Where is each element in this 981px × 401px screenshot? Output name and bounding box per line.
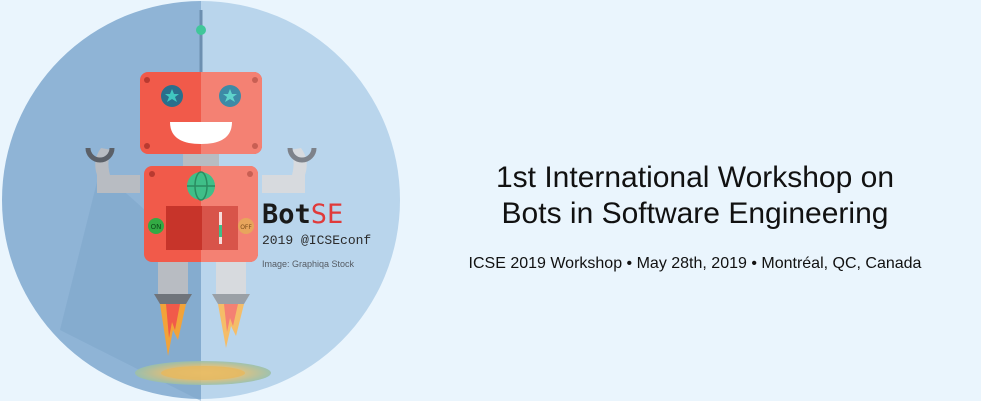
launch-pad <box>135 361 271 385</box>
brand-name-se: SE <box>310 199 344 230</box>
brand-block: BotSE 2019 @ICSEconf Image: Graphiqa Sto… <box>262 200 412 270</box>
event-title: 1st International Workshop on Bots in So… <box>425 160 965 232</box>
event-title-line2: Bots in Software Engineering <box>501 197 889 230</box>
brand-name-bot: Bot <box>262 199 311 230</box>
image-credit: Image: Graphiqa Stock <box>262 259 355 269</box>
svg-text:ON: ON <box>151 223 162 231</box>
off-button: OFF <box>238 218 254 234</box>
event-info: 1st International Workshop on Bots in So… <box>425 160 965 274</box>
brand-logo: BotSE <box>262 200 412 230</box>
on-button: ON <box>148 218 164 234</box>
brand-tagline: 2019 @ICSEconf <box>262 233 372 248</box>
event-title-line1: 1st International Workshop on <box>495 161 894 194</box>
svg-text:OFF: OFF <box>240 224 252 231</box>
globe-icon <box>187 171 215 201</box>
event-details: ICSE 2019 Workshop • May 28th, 2019 • Mo… <box>468 255 922 272</box>
